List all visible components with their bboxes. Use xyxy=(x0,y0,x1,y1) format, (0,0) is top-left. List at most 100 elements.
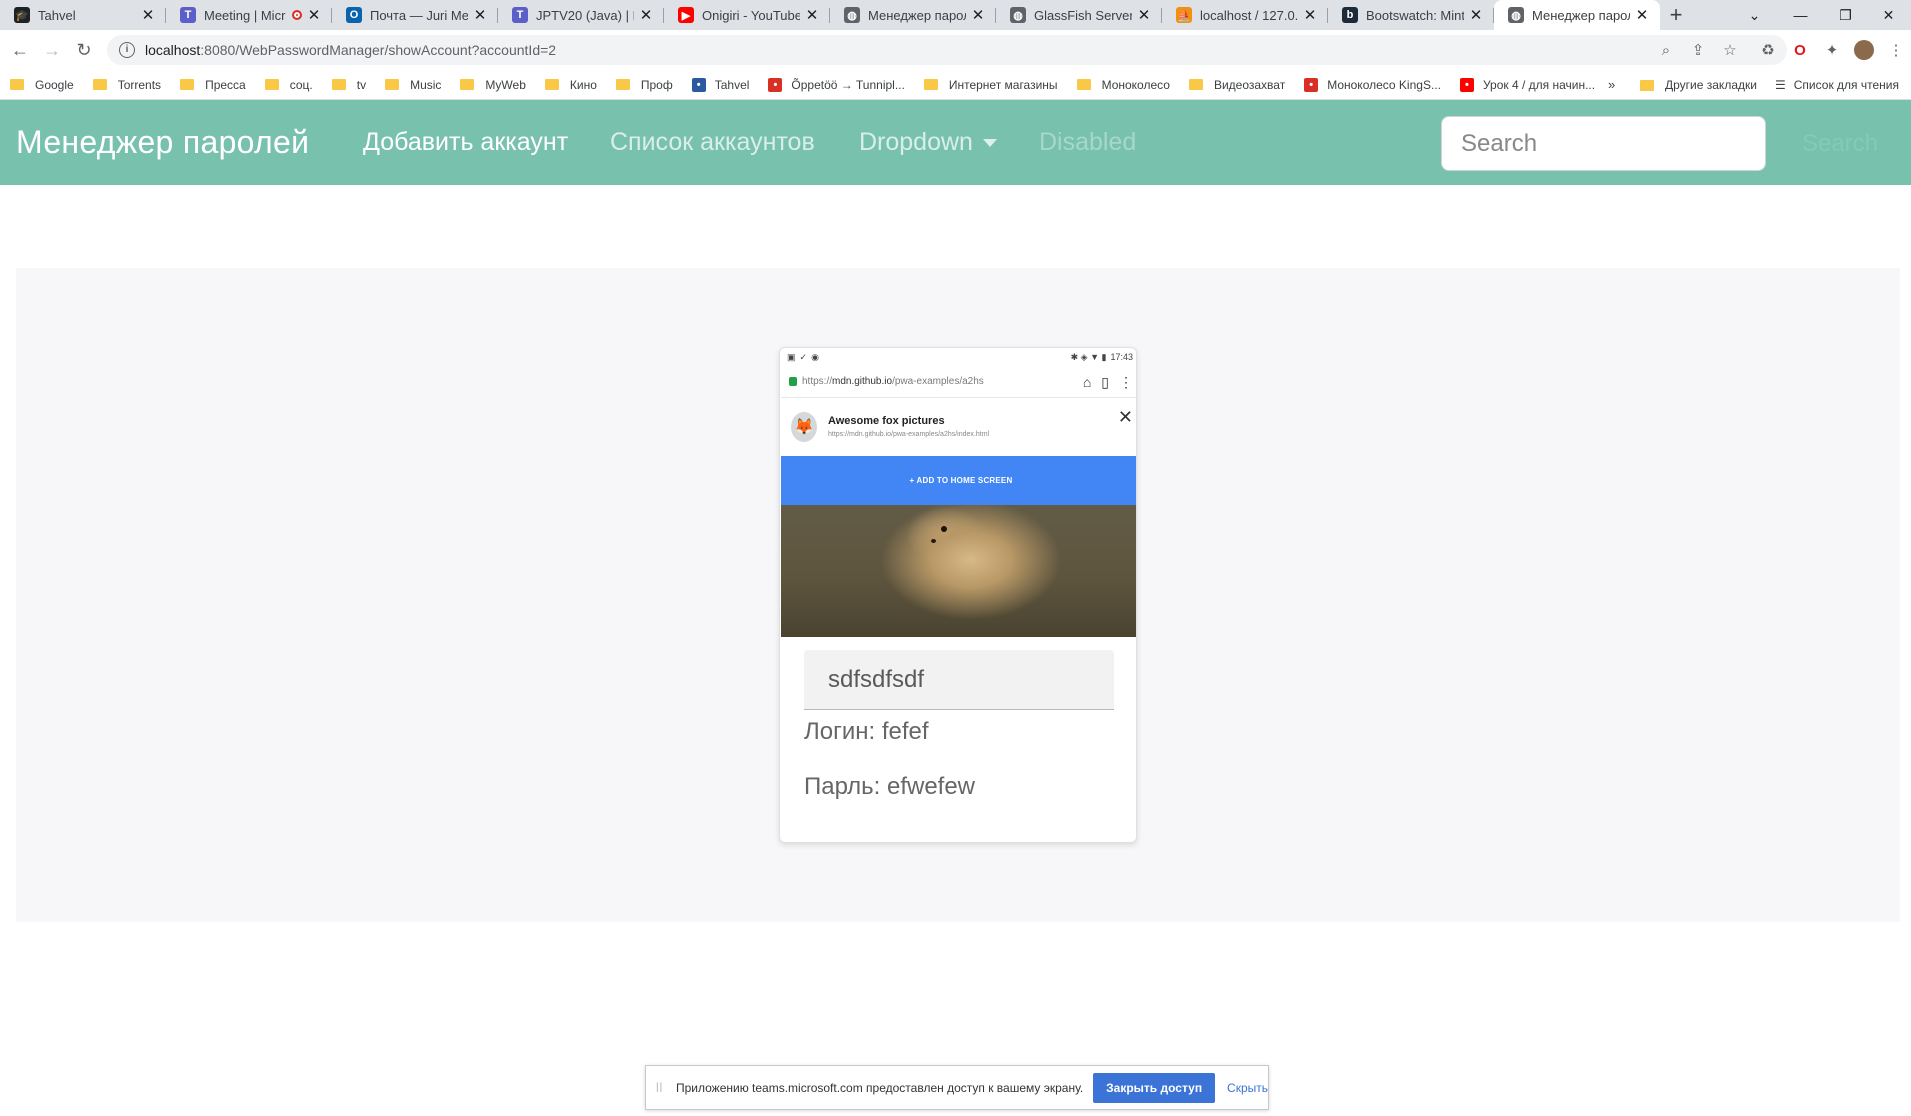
tab-close-icon[interactable]: ✕ xyxy=(970,6,986,24)
bookmark-item[interactable]: Видеозахват xyxy=(1188,78,1285,92)
bookmark-item[interactable]: • Урок 4 / для начин... xyxy=(1459,77,1596,92)
bookmark-label: Урок 4 / для начин... xyxy=(1482,77,1596,92)
bookmark-item[interactable]: Music xyxy=(385,78,441,92)
restore-icon[interactable]: ❐ xyxy=(1823,0,1868,30)
phpmyadmin-icon: ⛵ xyxy=(1176,7,1192,23)
phone-status-bar: ▣ ✓ ◉ ✱ ◈ ▼ ▮ 17:43 xyxy=(781,349,1136,366)
minimize-icon[interactable]: — xyxy=(1778,0,1823,30)
fox-eye xyxy=(941,526,947,532)
phone-add-to-home-button: + ADD TO HOME SCREEN xyxy=(781,456,1136,505)
bookmark-item[interactable]: соц. xyxy=(264,78,313,92)
nav-account-list[interactable]: Список аккаунтов xyxy=(610,128,815,157)
bookmark-label: tv xyxy=(356,77,367,92)
puzzle-extensions-icon[interactable]: ✦ xyxy=(1816,35,1848,65)
site-favicon-icon: • xyxy=(1304,77,1319,92)
close-window-icon[interactable]: ✕ xyxy=(1866,0,1911,30)
tab-close-icon[interactable]: ✕ xyxy=(1302,6,1318,24)
bookmark-item[interactable]: • Õppetöö → Tunnipl... xyxy=(768,77,905,92)
folder-icon xyxy=(180,79,195,90)
phone-menu-icon: ⋮ xyxy=(1119,374,1133,390)
site-navbar: Менеджер паролей Добавить аккаунт Список… xyxy=(0,100,1911,185)
search-button[interactable]: Search xyxy=(1790,116,1890,171)
browser-tab[interactable]: T Meeting | Micr ✕ xyxy=(166,0,332,30)
tab-title: localhost / 127.0.0. xyxy=(1200,7,1298,23)
tab-close-icon[interactable]: ✕ xyxy=(1468,6,1484,24)
bookmark-item[interactable]: Пресса xyxy=(180,78,246,92)
hide-link[interactable]: Скрыть xyxy=(1227,1081,1268,1095)
account-card-body: sdfsdfsdf Логин: fefef Парль: efwefew xyxy=(780,638,1136,813)
phone-app-url: https://mdn.github.io/pwa-examples/a2hs/… xyxy=(828,431,990,438)
reading-list[interactable]: ☰ Список для чтения xyxy=(1775,78,1899,92)
bookmark-label: Õppetöö → Tunnipl... xyxy=(791,77,905,92)
tab-close-icon[interactable]: ✕ xyxy=(306,6,322,24)
omnibox-actions: ⌕ ⇪ ☆ xyxy=(1650,35,1746,65)
tab-title: Почта — Juri Meln xyxy=(370,7,468,23)
profile-avatar[interactable] xyxy=(1848,35,1880,65)
other-bookmarks[interactable]: Другие закладки xyxy=(1640,78,1757,92)
bookmarks-overflow-icon[interactable]: » xyxy=(1608,77,1615,92)
star-bookmark-icon[interactable]: ☆ xyxy=(1714,35,1746,65)
tab-close-icon[interactable]: ✕ xyxy=(638,6,654,24)
brand-link[interactable]: Менеджер паролей xyxy=(16,124,309,161)
zoom-icon[interactable]: ⌕ xyxy=(1650,35,1682,65)
browser-tab[interactable]: 🎓 Tahvel ✕ xyxy=(0,0,166,30)
drag-handle-icon[interactable]: || xyxy=(656,1082,664,1093)
browser-tab[interactable]: ◍ Менеджер пароле✕ xyxy=(830,0,996,30)
site-info-icon[interactable]: i xyxy=(119,42,135,58)
tab-close-icon[interactable]: ✕ xyxy=(140,6,156,24)
tab-close-icon[interactable]: ✕ xyxy=(804,6,820,24)
bookmark-label: Моноколесо KingS... xyxy=(1327,77,1441,92)
tab-list: 🎓 Tahvel ✕ T Meeting | Micr ✕ O Почта — Juri Me… xyxy=(0,0,1660,30)
bookmark-item[interactable]: MyWeb xyxy=(460,78,526,92)
reload-icon[interactable]: ↻ xyxy=(68,34,100,66)
phone-install-banner: 🦊 Awesome fox pictures https://mdn.githu… xyxy=(781,398,1136,456)
tab-search-chevron-icon[interactable]: ⌄ xyxy=(1732,0,1777,30)
browser-tab[interactable]: O Почта — Juri Meln✕ xyxy=(332,0,498,30)
tab-close-icon[interactable]: ✕ xyxy=(1136,6,1152,24)
bookmark-label: Проф xyxy=(640,77,673,92)
nav-add-account[interactable]: Добавить аккаунт xyxy=(363,128,568,157)
account-password: Парль: efwefew xyxy=(804,773,976,800)
tab-title: Менеджер пароле xyxy=(868,7,966,23)
bookmark-item[interactable]: Проф xyxy=(615,77,673,92)
bookmark-item[interactable]: tv xyxy=(331,77,367,92)
menu-kebab-icon[interactable]: ⋮ xyxy=(1880,35,1911,65)
phone-url-bar: https://mdn.github.io/pwa-examples/a2hs … xyxy=(781,366,1136,398)
browser-tab[interactable]: T JPTV20 (Java) | Mic✕ xyxy=(498,0,664,30)
browser-tab[interactable]: b Bootswatch: Minty ✕ xyxy=(1328,0,1494,30)
site-favicon-icon: • xyxy=(768,77,783,92)
stop-sharing-button[interactable]: Закрыть доступ xyxy=(1093,1072,1216,1103)
nav-dropdown[interactable]: Dropdown xyxy=(859,128,997,157)
tab-close-icon[interactable]: ✕ xyxy=(1634,6,1650,24)
bookmark-item[interactable]: Интернет магазины xyxy=(923,78,1058,92)
bookmark-item[interactable]: Google xyxy=(10,78,74,92)
tab-title: Tahvel xyxy=(38,7,76,23)
browser-tab[interactable]: ◍ GlassFish Server Op✕ xyxy=(996,0,1162,30)
new-tab-button[interactable]: + xyxy=(1660,0,1692,30)
recycle-extension-icon[interactable]: ♻ xyxy=(1752,35,1784,65)
forward-arrow-icon[interactable]: → xyxy=(36,34,68,66)
browser-tab[interactable]: ⛵ localhost / 127.0.0.✕ xyxy=(1162,0,1328,30)
back-arrow-icon[interactable]: ← xyxy=(4,34,36,66)
bookmark-item[interactable]: • Tahvel xyxy=(691,77,750,92)
browser-tab[interactable]: ◍ Менеджер пароле✕ xyxy=(1494,0,1660,30)
reading-list-label: Список для чтения xyxy=(1793,78,1899,92)
address-bar[interactable]: i localhost:8080/WebPasswordManager/show… xyxy=(107,35,1787,65)
bookmark-item[interactable]: Torrents xyxy=(92,78,161,92)
account-name: sdfsdfsdf xyxy=(804,650,1114,710)
bookmark-label: Tahvel xyxy=(714,77,750,92)
bookmark-item[interactable]: Моноколесо xyxy=(1076,78,1170,92)
folder-icon xyxy=(1188,79,1203,90)
opera-extension-icon[interactable]: O xyxy=(1784,35,1816,65)
bookmark-item[interactable]: Кино xyxy=(544,78,597,92)
share-icon[interactable]: ⇪ xyxy=(1682,35,1714,65)
fox-nose xyxy=(931,539,936,543)
bookmark-item[interactable]: • Моноколесо KingS... xyxy=(1304,77,1441,92)
tab-title: JPTV20 (Java) | Mic xyxy=(536,7,634,23)
site-favicon-icon: • xyxy=(1459,77,1474,92)
status-icons-right: ✱ ◈ ▼ ▮ 17:43 xyxy=(1070,352,1133,362)
folder-icon xyxy=(264,79,279,90)
tab-close-icon[interactable]: ✕ xyxy=(472,6,488,24)
search-input[interactable] xyxy=(1441,116,1766,171)
browser-tab[interactable]: ▶ Onigiri - YouTube ✕ xyxy=(664,0,830,30)
